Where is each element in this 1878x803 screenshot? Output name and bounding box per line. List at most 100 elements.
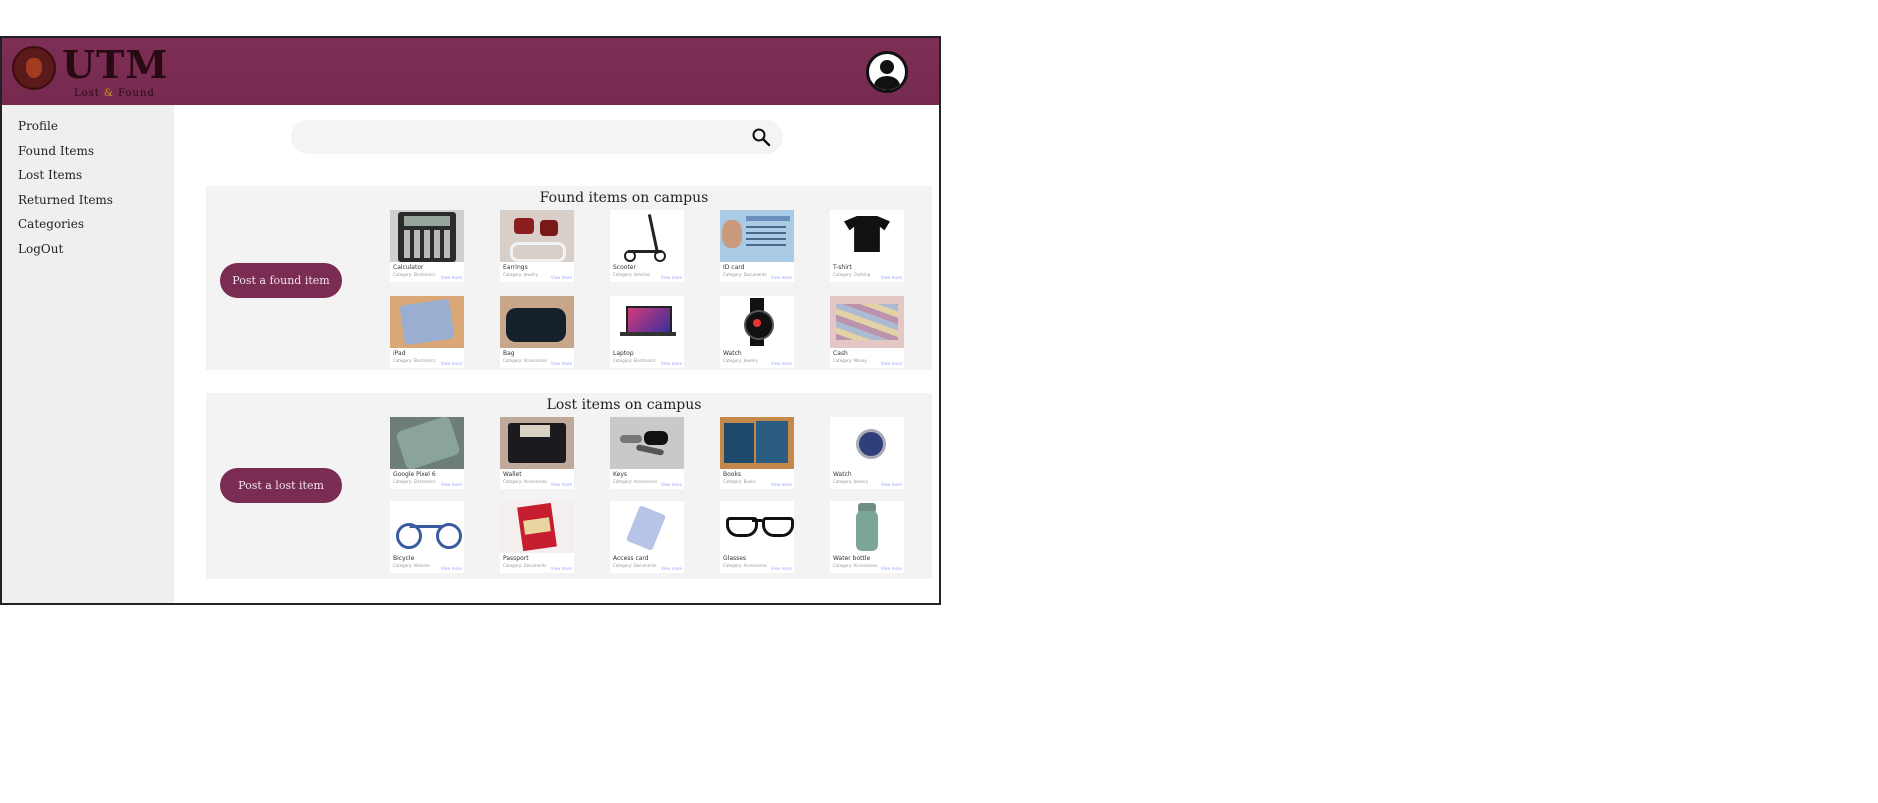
item-card[interactable]: Keys Category: Accessories View more [610,417,684,489]
view-more-link[interactable]: View more [881,361,902,366]
sidebar-item-returned-items[interactable]: Returned Items [18,191,174,216]
item-card[interactable]: Water bottle Category: Accessories View … [830,501,904,573]
logo-sub-left: Lost [74,88,100,99]
item-card[interactable]: Bicycle Category: Vehicles View more [390,501,464,573]
view-more-link[interactable]: View more [661,361,682,366]
view-more-link[interactable]: View more [551,275,572,280]
bag-image [500,296,574,348]
item-name: Calculator [393,264,424,271]
view-more-link[interactable]: View more [771,275,792,280]
lost-section-title: Lost items on campus [546,397,702,413]
search-icon[interactable] [751,127,771,147]
item-name: iPad [393,350,406,357]
sidebar-item-lost-items[interactable]: Lost Items [18,166,174,191]
utm-logo[interactable]: UTM Lost & Found [12,42,167,100]
app-window: UTM Lost & Found Profile Found Items Los… [0,36,941,605]
header-bar: UTM Lost & Found [2,38,939,105]
item-name: Scooter [613,264,636,271]
access-card-image [610,501,684,553]
found-items-grid: Calculator Category: Electronics View mo… [390,210,910,368]
item-name: Water bottle [833,555,871,562]
view-more-link[interactable]: View more [771,482,792,487]
view-more-link[interactable]: View more [771,361,792,366]
water-bottle-image [830,501,904,553]
view-more-link[interactable]: View more [661,275,682,280]
item-card[interactable]: iPad Category: Electronics View more [390,296,464,368]
view-more-link[interactable]: View more [441,361,462,366]
lost-items-section: Lost items on campus Post a lost item Go… [206,393,932,579]
item-name: Access card [613,555,649,562]
item-card[interactable]: Wallet Category: Accessories View more [500,417,574,489]
sidebar-item-categories[interactable]: Categories [18,215,174,240]
item-name: Books [723,471,742,478]
phone-image [390,417,464,469]
item-card[interactable]: Glasses Category: Accessories View more [720,501,794,573]
view-more-link[interactable]: View more [441,482,462,487]
sidebar-item-found-items[interactable]: Found Items [18,142,174,167]
item-name: T-shirt [833,264,852,271]
item-card[interactable]: Calculator Category: Electronics View mo… [390,210,464,282]
view-more-link[interactable]: View more [771,566,792,571]
item-card[interactable]: Access card Category: Documents View mor… [610,501,684,573]
item-name: Watch [723,350,742,357]
item-name: Glasses [723,555,747,562]
view-more-link[interactable]: View more [881,275,902,280]
view-more-link[interactable]: View more [661,482,682,487]
item-card[interactable]: Watch Category: Jewelry View more [720,296,794,368]
item-name: Wallet [503,471,522,478]
post-lost-item-button[interactable]: Post a lost item [220,468,342,503]
post-found-item-button[interactable]: Post a found item [220,263,342,298]
wallet-image [500,417,574,469]
item-card[interactable]: Passport Category: Documents View more [500,501,574,573]
item-card[interactable]: Earrings Category: Jewelry View more [500,210,574,282]
item-name: ID card [723,264,745,271]
glasses-image [720,501,794,553]
earrings-image [500,210,574,262]
view-more-link[interactable]: View more [551,361,572,366]
view-more-link[interactable]: View more [661,566,682,571]
item-name: Keys [613,471,628,478]
view-more-link[interactable]: View more [441,275,462,280]
books-image [720,417,794,469]
item-card[interactable]: Scooter Category: Vehicles View more [610,210,684,282]
view-more-link[interactable]: View more [551,566,572,571]
item-name: Earrings [503,264,528,271]
logo-subtitle: Lost & Found [74,88,155,99]
search-input[interactable] [291,120,783,154]
sidebar: Profile Found Items Lost Items Returned … [2,105,174,603]
keys-image [610,417,684,469]
item-name: Bag [503,350,515,357]
utm-seal-icon [12,46,56,90]
view-more-link[interactable]: View more [881,566,902,571]
view-more-link[interactable]: View more [441,566,462,571]
item-name: Bicycle [393,555,415,562]
bicycle-image [390,501,464,553]
view-more-link[interactable]: View more [881,482,902,487]
item-card[interactable]: ID card Category: Documents View more [720,210,794,282]
item-card[interactable]: Cash Category: Money View more [830,296,904,368]
found-items-section: Found items on campus Post a found item … [206,186,932,370]
logo-sub-right: Found [118,88,155,99]
item-card[interactable]: Books Category: Books View more [720,417,794,489]
item-name: Google Pixel 6 [393,471,436,478]
item-name: Passport [503,555,529,562]
view-more-link[interactable]: View more [551,482,572,487]
ipad-image [390,296,464,348]
sidebar-item-profile[interactable]: Profile [18,117,174,142]
watch-image [720,296,794,348]
t-shirt-image [830,210,904,262]
id-card-image [720,210,794,262]
user-avatar-icon[interactable] [866,51,908,93]
item-card[interactable]: Google Pixel 6 Category: Electronics Vie… [390,417,464,489]
item-name: Laptop [613,350,634,357]
item-card[interactable]: T-shirt Category: Clothing View more [830,210,904,282]
item-name: Cash [833,350,848,357]
found-section-title: Found items on campus [539,190,709,206]
sidebar-item-logout[interactable]: LogOut [18,240,174,265]
logo-title: UTM [62,42,169,87]
item-card[interactable]: Watch Category: Jewelry View more [830,417,904,489]
logo-sub-amp: & [104,88,114,99]
item-card[interactable]: Bag Category: Accessories View more [500,296,574,368]
main-content: Found items on campus Post a found item … [174,105,939,603]
item-card[interactable]: Laptop Category: Electronics View more [610,296,684,368]
